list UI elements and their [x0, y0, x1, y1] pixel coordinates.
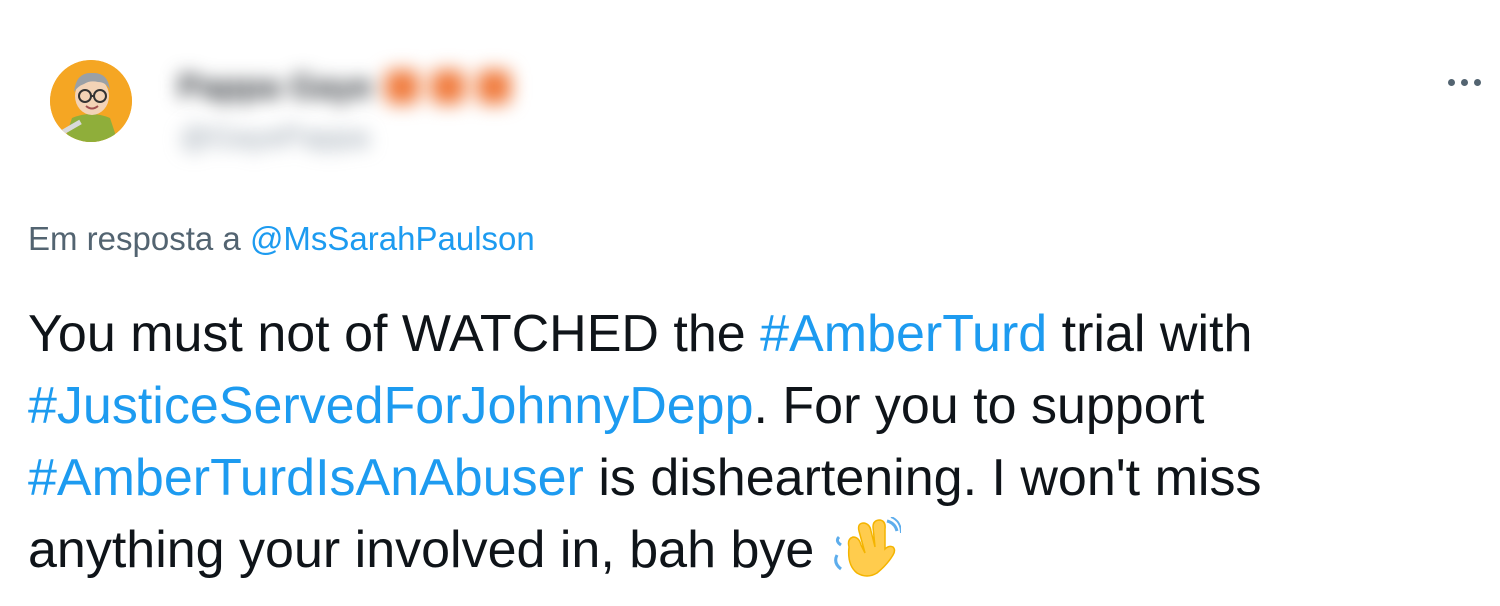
- name-emoji-icon: [476, 70, 511, 104]
- avatar-cartoon-icon: [50, 60, 132, 142]
- author-handle-row[interactable]: @GayePappa: [180, 116, 369, 160]
- more-options-button[interactable]: [1434, 62, 1494, 102]
- author-handle[interactable]: @GayePappa: [180, 121, 369, 155]
- tweet-text-segment: anything your involved in, bah bye: [28, 521, 829, 579]
- author-display-name[interactable]: Pappa Gaye: [178, 68, 373, 107]
- more-horizontal-icon: [1460, 78, 1468, 86]
- hashtag-link[interactable]: #AmberTurd: [760, 305, 1047, 363]
- tweet-line: anything your involved in, bah bye: [28, 514, 1488, 586]
- tweet-text-segment: You must not of WATCHED the: [28, 305, 761, 363]
- tweet-text: You must not of WATCHED the #AmberTurd t…: [28, 298, 1488, 586]
- avatar[interactable]: [50, 60, 132, 142]
- hashtag-link[interactable]: #JusticeServedForJohnnyDepp: [28, 377, 754, 435]
- name-emoji-icon: [430, 70, 465, 104]
- hashtag-link[interactable]: #AmberTurdIsAnAbuser: [28, 449, 584, 507]
- reply-prefix: Em resposta a: [28, 220, 241, 257]
- tweet-line: #JusticeServedForJohnnyDepp. For you to …: [28, 370, 1488, 442]
- waving-hand-emoji-icon: [833, 517, 901, 577]
- tweet-text-segment: . For you to support: [753, 377, 1205, 435]
- reply-handle-link[interactable]: @MsSarahPaulson: [250, 220, 535, 257]
- tweet-line: #AmberTurdIsAnAbuser is disheartening. I…: [28, 442, 1488, 514]
- name-emoji-icon: [384, 70, 419, 104]
- tweet-line: You must not of WATCHED the #AmberTurd t…: [28, 298, 1488, 370]
- more-horizontal-icon: [1447, 78, 1455, 86]
- tweet-card: Pappa Gaye @GayePappa Em resposta a @MsS…: [0, 0, 1500, 606]
- more-horizontal-icon: [1473, 78, 1481, 86]
- tweet-text-segment: trial with: [1047, 305, 1253, 363]
- author-name-row[interactable]: Pappa Gaye: [178, 62, 511, 112]
- reply-context: Em resposta a @MsSarahPaulson: [28, 220, 535, 258]
- tweet-text-segment: is disheartening. I won't miss: [583, 449, 1262, 507]
